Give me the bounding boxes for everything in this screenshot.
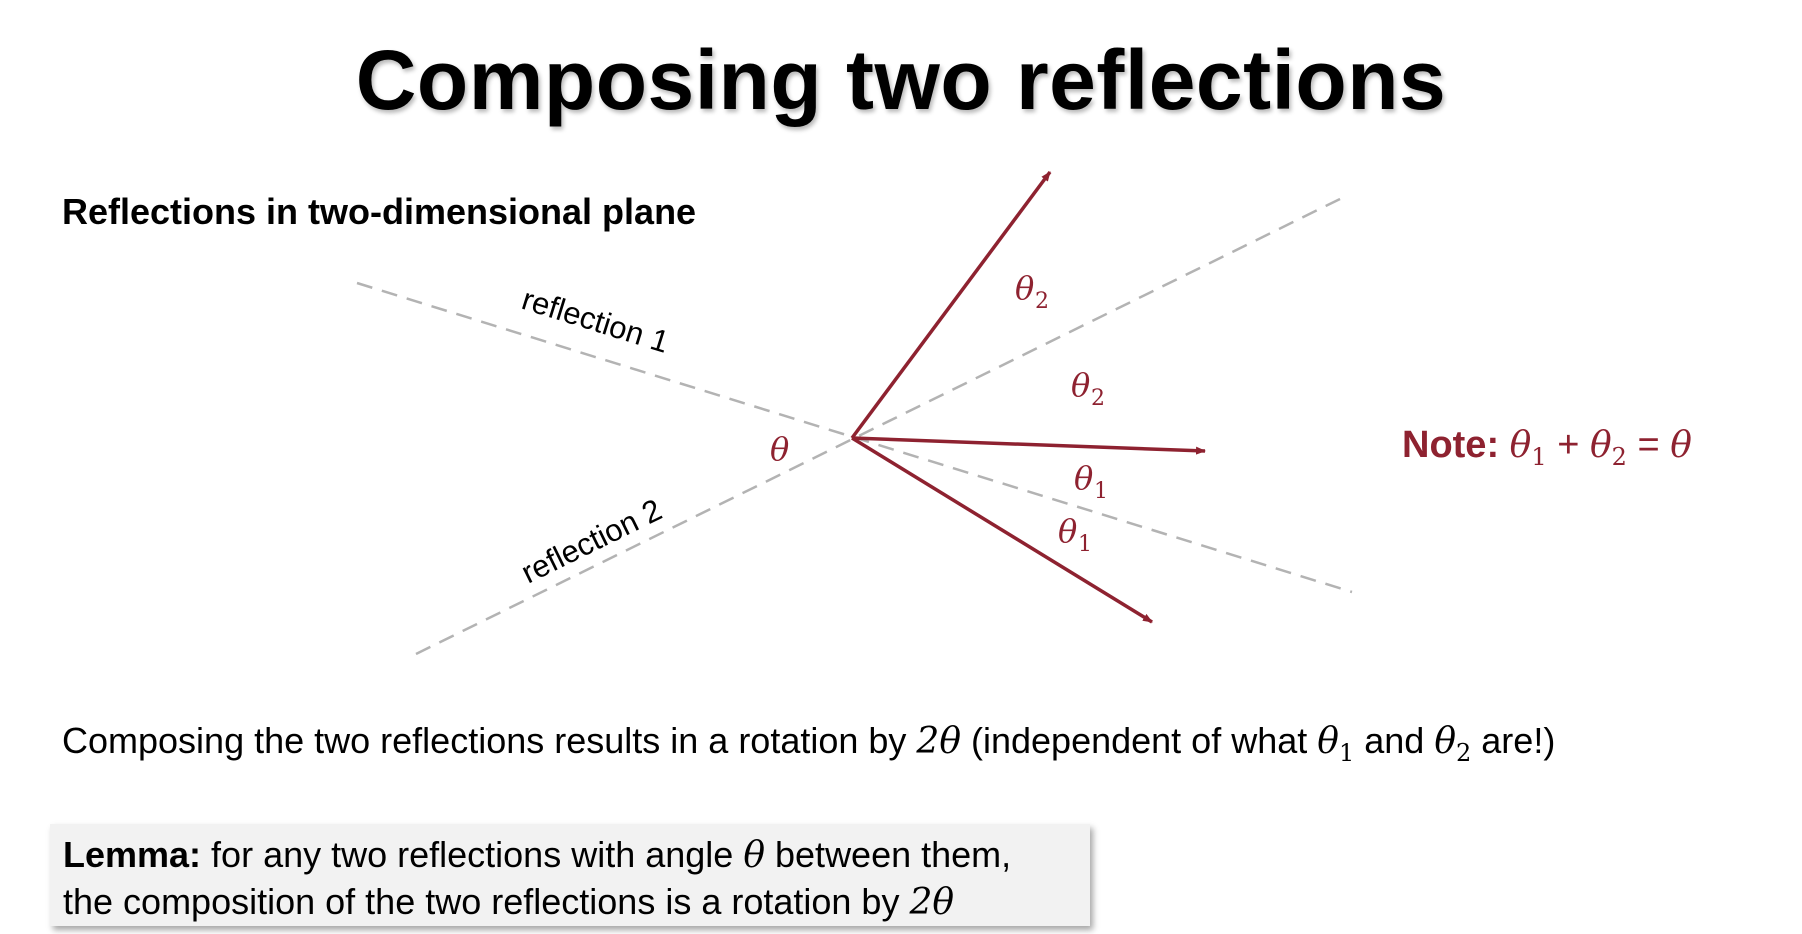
reflection-2-label: reflection 2	[516, 492, 668, 590]
note-theta1: θ1	[1509, 425, 1547, 472]
svg-text:θ: θ	[1074, 459, 1093, 497]
svg-text:1: 1	[1094, 479, 1108, 504]
note-result: θ	[1670, 425, 1692, 466]
lemma-theta: θ	[743, 835, 766, 876]
composition-statement: Composing the two reflections results in…	[62, 720, 1556, 768]
vector-arrow-middle	[851, 436, 1206, 455]
reflection-line-2	[415, 194, 1347, 656]
svg-text:2: 2	[1035, 289, 1049, 314]
lemma-label: Lemma:	[63, 834, 202, 875]
statement-theta2: θ2	[1434, 721, 1472, 768]
angle-label-theta1-upper: θ 1	[1074, 459, 1108, 504]
svg-text:θ: θ	[1071, 366, 1090, 404]
center-angle-label: θ	[770, 430, 789, 468]
lemma-line-1: Lemma: for any two reflections with angl…	[63, 834, 1012, 876]
note-theta2: θ2	[1589, 425, 1627, 472]
angle-label-theta2-upper: θ 2	[1015, 269, 1049, 314]
vector-arrow-bottom	[851, 436, 1153, 624]
lemma-line-2: the composition of the two reflections i…	[63, 881, 955, 923]
note-label: Note:	[1402, 424, 1500, 466]
note-equation: Note: θ1 + θ2 = θ	[1402, 424, 1692, 471]
statement-two-theta: 2θ	[916, 721, 961, 762]
lemma-box: Lemma: for any two reflections with angl…	[50, 824, 1090, 926]
angle-label-theta2-lower: θ 2	[1071, 366, 1105, 411]
svg-text:θ: θ	[1015, 269, 1034, 307]
svg-text:θ: θ	[1058, 512, 1077, 550]
svg-text:2: 2	[1091, 386, 1105, 411]
statement-theta1: θ1	[1317, 721, 1355, 768]
note-plus: +	[1546, 424, 1590, 466]
reflection-1-label: reflection 1	[518, 281, 673, 360]
svg-text:1: 1	[1078, 532, 1092, 557]
lemma-two-theta: 2θ	[909, 882, 955, 923]
note-equals: =	[1626, 424, 1671, 466]
angle-label-theta1-lower: θ 1	[1058, 512, 1092, 557]
